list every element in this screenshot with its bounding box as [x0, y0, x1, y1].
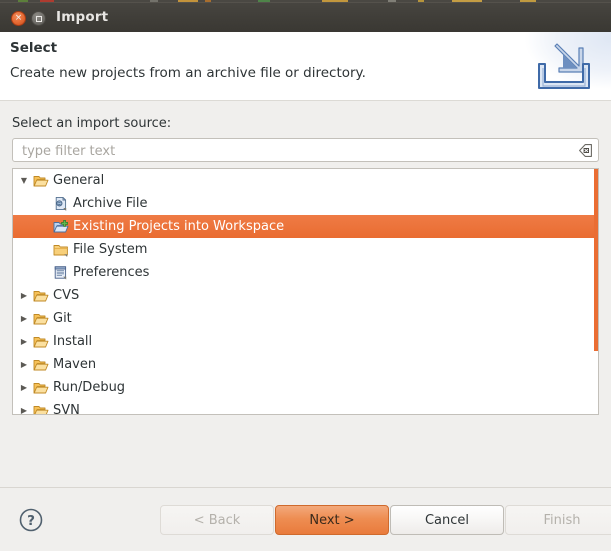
tree-item-run-debug[interactable]: ▶ Run/Debug [13, 376, 598, 399]
filter-input[interactable] [20, 139, 574, 163]
tree-item-label: General [53, 173, 105, 188]
import-dialog-window: × Import Select Create new projects from… [0, 0, 611, 551]
tree-item-install[interactable]: ▶ Install [13, 330, 598, 353]
tree-item-archive-file[interactable]: Archive File [13, 192, 598, 215]
dialog-header: Select Create new projects from an archi… [0, 32, 611, 101]
source-label: Select an import source: [12, 116, 172, 131]
expander-collapse-icon[interactable]: ▼ [17, 169, 31, 192]
window-title: Import [56, 9, 109, 25]
expander-expand-icon[interactable]: ▶ [17, 307, 31, 330]
svg-text:?: ? [27, 513, 35, 529]
expander-expand-icon[interactable]: ▶ [17, 399, 31, 414]
page-title: Select [10, 40, 58, 56]
header-banner [515, 32, 611, 100]
close-button[interactable]: × [11, 11, 26, 26]
folder-open-icon [33, 334, 49, 350]
page-description: Create new projects from an archive file… [10, 65, 366, 81]
expander-expand-icon[interactable]: ▶ [17, 284, 31, 307]
cancel-button[interactable]: Cancel [390, 505, 504, 535]
expander-expand-icon[interactable]: ▶ [17, 376, 31, 399]
tree-item-label: CVS [53, 288, 80, 303]
tree-item-label: Run/Debug [53, 380, 126, 395]
clear-field-icon[interactable] [578, 143, 593, 158]
tree-item-preferences[interactable]: Preferences [13, 261, 598, 284]
import-source-tree[interactable]: ▼ General Archive File Existing Projects in… [12, 168, 599, 415]
archive-file-icon [53, 196, 69, 212]
tree-item-cvs[interactable]: ▶ CVS [13, 284, 598, 307]
close-icon: × [14, 13, 23, 23]
tree-item-label: Archive File [73, 196, 148, 211]
expander-expand-icon[interactable]: ▶ [17, 330, 31, 353]
tree-item-label: Install [53, 334, 93, 349]
tree-item-maven[interactable]: ▶ Maven [13, 353, 598, 376]
folder-open-icon [33, 311, 49, 327]
maximize-button[interactable] [31, 11, 46, 26]
folder-import-icon [53, 219, 69, 235]
tree-item-label: File System [73, 242, 148, 257]
tree-item-existing-projects-into-workspace[interactable]: Existing Projects into Workspace [13, 215, 598, 238]
tree-scrollbar[interactable] [594, 169, 598, 414]
preferences-document-icon [53, 265, 69, 281]
dialog-button-bar: < Back Next > Cancel Finish [160, 505, 611, 537]
tree-item-general[interactable]: ▼ General [13, 169, 598, 192]
folder-open-icon [33, 288, 49, 304]
footer-separator [0, 487, 611, 488]
folder-closed-icon [53, 242, 69, 258]
tree-item-git[interactable]: ▶ Git [13, 307, 598, 330]
tree-item-label: SVN [53, 403, 80, 414]
tree-item-label: Existing Projects into Workspace [73, 219, 285, 234]
finish-button: Finish [505, 505, 611, 535]
titlebar[interactable]: × Import [0, 2, 611, 32]
folder-open-icon [33, 380, 49, 396]
expander-expand-icon[interactable]: ▶ [17, 353, 31, 376]
tree-item-svn[interactable]: ▶ SVN [13, 399, 598, 414]
tree-item-label: Maven [53, 357, 97, 372]
folder-open-icon [33, 403, 49, 414]
filter-field-wrapper[interactable] [12, 138, 599, 163]
tree-item-file-system[interactable]: File System [13, 238, 598, 261]
import-tray-arrow-icon [538, 43, 590, 89]
next-button[interactable]: Next > [275, 505, 389, 535]
tree-rows-container: ▼ General Archive File Existing Projects in… [13, 169, 598, 414]
tree-scrollbar-thumb[interactable] [594, 169, 598, 351]
back-button: < Back [160, 505, 274, 535]
help-question-icon[interactable]: ? [18, 507, 44, 533]
folder-open-icon [33, 357, 49, 373]
folder-open-icon [33, 173, 49, 189]
maximize-icon [36, 16, 42, 22]
tree-item-label: Preferences [73, 265, 150, 280]
tree-item-label: Git [53, 311, 72, 326]
